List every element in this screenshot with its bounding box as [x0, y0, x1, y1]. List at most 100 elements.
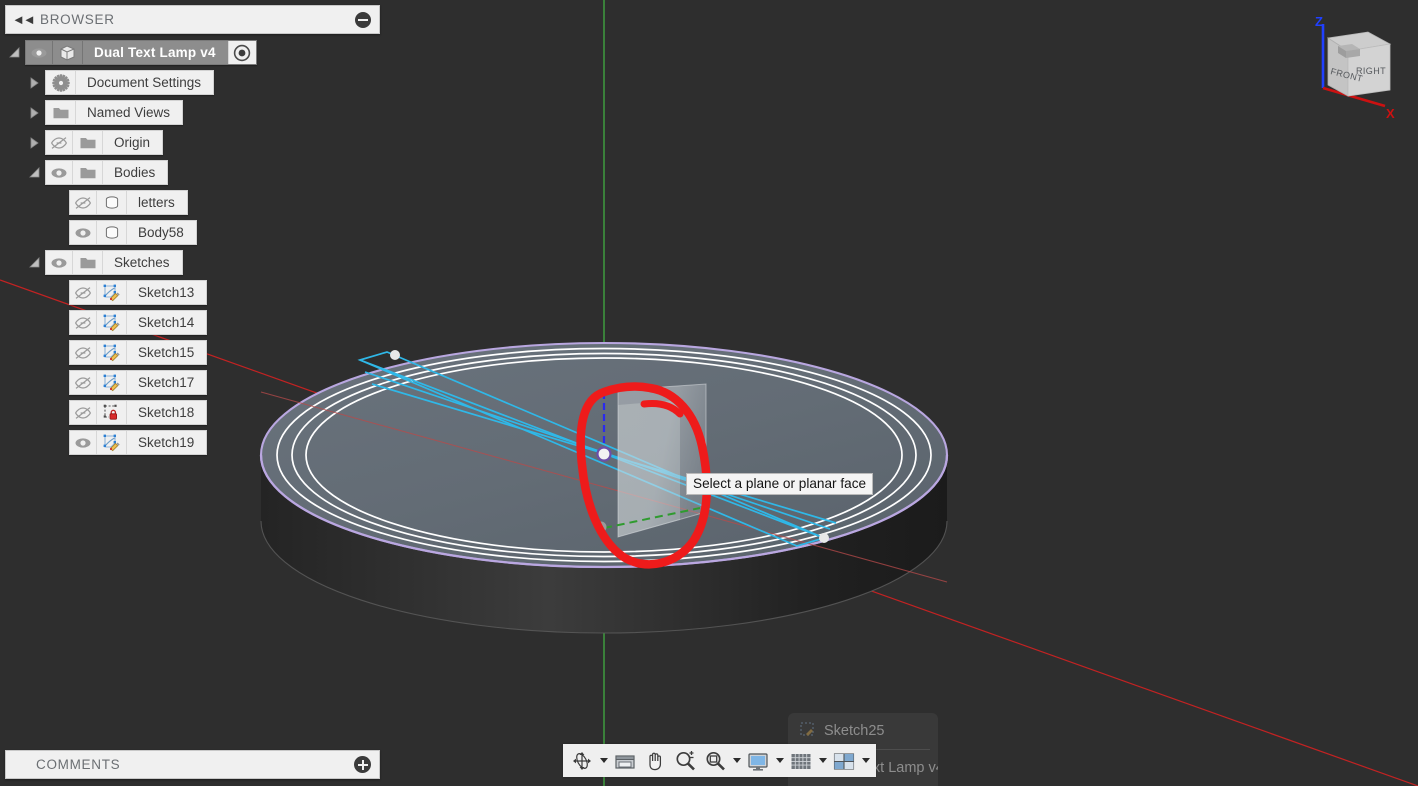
- viewcube-right-label: RIGHT: [1356, 66, 1386, 76]
- minus-circle-icon[interactable]: [355, 11, 371, 28]
- look-at-icon[interactable]: [610, 745, 640, 776]
- tree-item-label: Sketches: [114, 255, 170, 270]
- view-cube[interactable]: FRONT RIGHT Z X: [1290, 2, 1412, 129]
- tree-item-body58[interactable]: Body58: [69, 220, 197, 245]
- tree-row-sketch14: Sketch14: [5, 310, 380, 335]
- eye-visible-icon[interactable]: [70, 221, 97, 244]
- browser-title: BROWSER: [40, 12, 115, 27]
- tree-item-sketch19[interactable]: Sketch19: [69, 430, 208, 455]
- eye-visible-icon[interactable]: [26, 41, 53, 64]
- gear-icon: [46, 71, 76, 94]
- tree-item-label: Named Views: [87, 105, 171, 120]
- twisty-placeholder: [49, 402, 69, 424]
- folder-icon: [73, 131, 103, 154]
- twisty-expanded-icon[interactable]: [25, 252, 45, 274]
- monitor-icon[interactable]: [743, 745, 773, 776]
- eye-visible-icon[interactable]: [46, 161, 73, 184]
- tree-item-label: Bodies: [114, 165, 156, 180]
- zoom-fit-icon[interactable]: [700, 745, 730, 776]
- twisty-placeholder: [49, 192, 69, 214]
- twisty-placeholder: [49, 222, 69, 244]
- component-cube-icon: [53, 41, 83, 64]
- zoom-magnifier-icon[interactable]: [670, 745, 700, 776]
- display-settings-dropdown-arrow[interactable]: [773, 745, 786, 776]
- tree-item-label: letters: [138, 195, 175, 210]
- tree-item-root[interactable]: Dual Text Lamp v4: [25, 40, 257, 65]
- tree-item-sketch17[interactable]: Sketch17: [69, 370, 208, 395]
- viewcube-x-label: X: [1386, 106, 1395, 121]
- tree-item-sketch15[interactable]: Sketch15: [69, 340, 208, 365]
- browser-header: ◄◄ BROWSER: [5, 5, 380, 34]
- folder-icon: [46, 101, 76, 124]
- grid-dropdown-arrow[interactable]: [816, 745, 829, 776]
- comments-panel[interactable]: COMMENTS: [5, 750, 380, 779]
- tree-item-sketch14[interactable]: Sketch14: [69, 310, 208, 335]
- eye-hidden-icon[interactable]: [70, 371, 97, 394]
- sketch-icon: [97, 371, 127, 394]
- record-timeline-icon[interactable]: [227, 41, 256, 64]
- tree-item-sketch13[interactable]: Sketch13: [69, 280, 208, 305]
- eye-visible-icon[interactable]: [70, 431, 97, 454]
- tree-row-sketch17: Sketch17: [5, 370, 380, 395]
- tree-row-sketch13: Sketch13: [5, 280, 380, 305]
- viewports-icon[interactable]: [829, 745, 859, 776]
- eye-hidden-icon[interactable]: [70, 341, 97, 364]
- body-icon: [97, 221, 127, 244]
- eye-visible-icon[interactable]: [46, 251, 73, 274]
- eye-hidden-icon[interactable]: [70, 191, 97, 214]
- plus-circle-icon[interactable]: [354, 756, 371, 773]
- twisty-collapsed-icon[interactable]: [25, 132, 45, 154]
- sketch-icon: [97, 311, 127, 334]
- eye-hidden-icon[interactable]: [70, 311, 97, 334]
- tree-item-bodies[interactable]: Bodies: [45, 160, 169, 185]
- sketch-icon: [798, 720, 824, 742]
- fit-dropdown-arrow[interactable]: [730, 745, 743, 776]
- navigation-toolbar: [563, 744, 876, 777]
- tree-item-label: Sketch14: [138, 315, 195, 330]
- tree-row-bodies: Bodies: [5, 160, 380, 185]
- comments-title: COMMENTS: [36, 757, 121, 772]
- tree-item-label: Sketch17: [138, 375, 195, 390]
- orbit-icon[interactable]: [567, 745, 597, 776]
- eye-hidden-icon[interactable]: [70, 401, 97, 424]
- tree-row-root: Dual Text Lamp v4: [5, 40, 380, 65]
- tree-item-label: Origin: [114, 135, 151, 150]
- twisty-expanded-icon[interactable]: [25, 162, 45, 184]
- twisty-placeholder: [49, 282, 69, 304]
- tree-item-letters[interactable]: letters: [69, 190, 188, 215]
- sketch-icon: [97, 281, 127, 304]
- tree-item-origin[interactable]: Origin: [45, 130, 164, 155]
- twisty-placeholder: [49, 372, 69, 394]
- pan-hand-icon[interactable]: [640, 745, 670, 776]
- tree-item-sketches[interactable]: Sketches: [45, 250, 183, 275]
- tree-row-sketch15: Sketch15: [5, 340, 380, 365]
- twisty-collapsed-icon[interactable]: [25, 72, 45, 94]
- tree-item-label: Body58: [138, 225, 184, 240]
- eye-hidden-icon[interactable]: [70, 281, 97, 304]
- orbit-dropdown-arrow[interactable]: [597, 745, 610, 776]
- sketch-locked-icon: [97, 401, 127, 424]
- viewports-dropdown-arrow[interactable]: [859, 745, 872, 776]
- ghost-sketch-label: Sketch25: [824, 723, 885, 739]
- twisty-collapsed-icon[interactable]: [25, 102, 45, 124]
- tree-item-named-views[interactable]: Named Views: [45, 100, 184, 125]
- tree-row-origin: Origin: [5, 130, 380, 155]
- eye-hidden-icon[interactable]: [46, 131, 73, 154]
- twisty-expanded-icon[interactable]: [5, 42, 25, 64]
- twisty-placeholder: [49, 432, 69, 454]
- tree-item-label: Sketch15: [138, 345, 195, 360]
- tree-item-sketch18[interactable]: Sketch18: [69, 400, 208, 425]
- tree-item-label: Dual Text Lamp v4: [94, 45, 216, 60]
- tree-row-document-settings: Document Settings: [5, 70, 380, 95]
- folder-icon: [73, 251, 103, 274]
- double-chevron-left-icon[interactable]: ◄◄: [12, 13, 36, 26]
- tree-item-document-settings[interactable]: Document Settings: [45, 70, 215, 95]
- viewcube-z-label: Z: [1315, 14, 1323, 29]
- fusion-app-window: FRONT RIGHT Z X ◄◄ BROWSER Dual Text Lam…: [0, 0, 1418, 786]
- tree-row-sketch19: Sketch19: [5, 430, 380, 455]
- tree-row-sketch18: Sketch18: [5, 400, 380, 425]
- grid-icon[interactable]: [786, 745, 816, 776]
- plane-selection-tooltip: Select a plane or planar face: [686, 473, 874, 495]
- tree-item-label: Document Settings: [87, 75, 202, 90]
- tree-row-sketches: Sketches: [5, 250, 380, 275]
